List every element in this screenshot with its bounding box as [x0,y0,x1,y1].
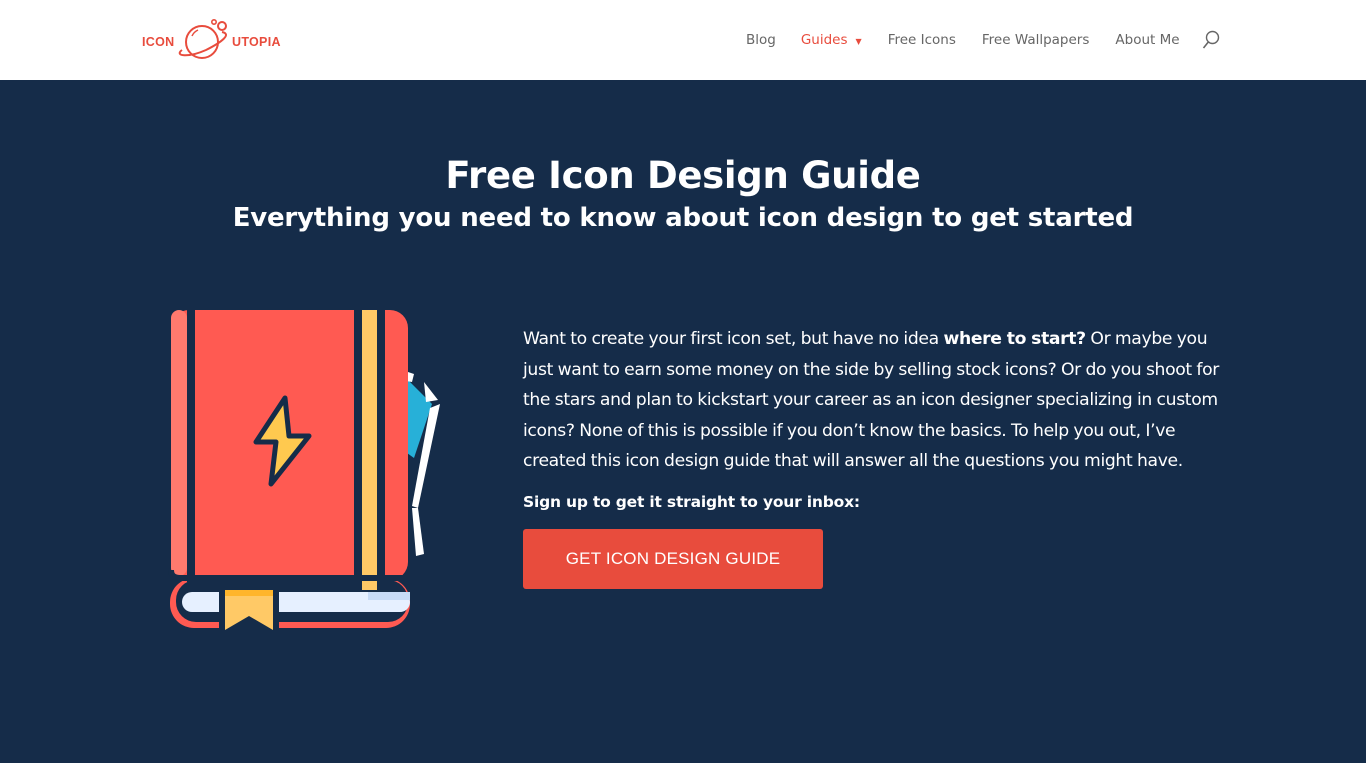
nav-item-blog[interactable]: Blog [746,32,776,48]
intro-bold-text: where to start? [943,329,1086,349]
nav-item-free-icons[interactable]: Free Icons [888,32,956,48]
chevron-down-icon: ▼ [855,36,862,46]
intro-paragraph: Want to create your first icon set, but … [523,324,1223,477]
search-button[interactable] [1202,30,1220,50]
logo-text-utopia: UTOPIA [232,35,281,49]
nav-label: Blog [746,32,776,48]
site-logo[interactable]: ICON UTOPIA [142,16,284,62]
intro-content: Want to create your first icon set, but … [523,324,1223,589]
nav-item-free-wallpapers[interactable]: Free Wallpapers [982,32,1090,48]
nav-item-about-me[interactable]: About Me [1115,32,1179,48]
signup-prompt: Sign up to get it straight to your inbox… [523,492,860,511]
intro-text: Or maybe you just want to earn some mone… [523,329,1220,472]
page-title: Free Icon Design Guide [445,154,921,197]
hero-section: Free Icon Design Guide Everything you ne… [0,80,1366,763]
get-guide-button[interactable]: GET ICON DESIGN GUIDE [523,528,823,589]
site-header: ICON UTOPIA Blog Guides ▼ Free Icons Fre… [0,0,1366,80]
search-icon [1202,30,1219,49]
planet-icon [178,18,227,59]
page-subtitle: Everything you need to know about icon d… [232,203,1134,233]
nav-item-guides[interactable]: Guides ▼ [801,32,862,48]
main-nav: Blog Guides ▼ Free Icons Free Wallpapers… [746,30,1220,50]
book-with-lightning-icon [168,310,440,630]
nav-label: Guides [800,32,848,48]
intro-text: Want to create your first icon set, but … [523,329,944,349]
nav-label: Free Icons [887,32,956,48]
nav-label: Free Wallpapers [981,32,1090,48]
nav-label: About Me [1115,32,1180,48]
logo-text-icon: ICON [142,35,175,49]
